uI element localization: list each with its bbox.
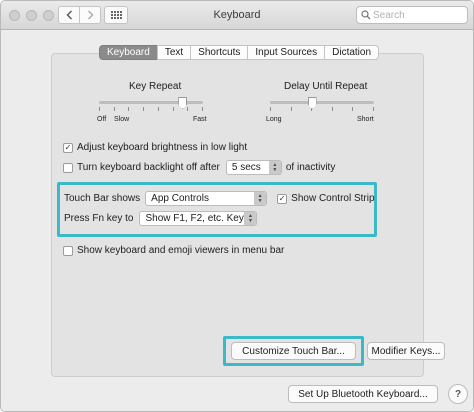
backlight-timeout-select[interactable]: 5 secs ▲ ▼ [225,160,282,175]
touch-bar-shows-value: App Controls [151,193,209,204]
show-viewers-option[interactable]: Show keyboard and emoji viewers in menu … [63,245,284,256]
tab-input-sources[interactable]: Input Sources [247,45,325,60]
search-icon [361,10,371,20]
slider-tick [270,107,271,111]
slider-tick [332,107,333,111]
keyboard-preferences-window: Keyboard Keyboard Text Shortcuts Input S… [0,0,474,412]
slider-tick [99,107,100,111]
help-button[interactable]: ? [448,384,468,404]
touch-bar-shows-label: Touch Bar shows [64,193,141,204]
select-arrows-icon: ▲ ▼ [254,192,267,205]
slider-tick [373,107,374,111]
title-bar: Keyboard [1,1,473,30]
slider-tick [202,107,203,111]
slider-tick [352,107,353,111]
slider-tick [187,107,188,111]
select-arrows-icon: ▲ ▼ [268,161,281,174]
adjust-brightness-option[interactable]: ✓ Adjust keyboard brightness in low ligh… [63,142,247,153]
adjust-brightness-checkbox[interactable]: ✓ [63,142,73,153]
delay-until-repeat-label: Delay Until Repeat [284,81,368,92]
select-arrows-icon: ▲ ▼ [244,212,257,225]
fn-key-select[interactable]: Show F1, F2, etc. Keys ▲ ▼ [139,211,258,226]
key-repeat-off-label: Off [97,116,107,123]
fn-key-value: Show F1, F2, etc. Keys [145,213,249,224]
key-repeat-slider[interactable] [99,101,203,104]
tab-dictation[interactable]: Dictation [324,45,380,60]
slider-tick [158,107,159,111]
delay-short-label: Short [357,116,374,123]
tab-text[interactable]: Text [156,45,191,60]
tab-keyboard[interactable]: Keyboard [99,45,157,60]
backlight-off-option: Turn keyboard backlight off after 5 secs… [63,160,335,175]
key-repeat-fast-label: Fast [193,116,207,123]
tab-shortcuts[interactable]: Shortcuts [190,45,248,60]
inactivity-label: of inactivity [285,162,336,173]
bluetooth-keyboard-button[interactable]: Set Up Bluetooth Keyboard... [288,385,438,403]
show-viewers-label: Show keyboard and emoji viewers in menu … [77,245,285,256]
touch-bar-shows-select[interactable]: App Controls ▲ ▼ [145,191,268,206]
slider-tick [173,107,174,111]
fn-key-row: Press Fn key to Show F1, F2, etc. Keys ▲… [64,211,258,226]
slider-tick [114,107,115,111]
tab-bar: Keyboard Text Shortcuts Input Sources Di… [99,45,380,60]
key-repeat-slow-label: Slow [114,116,130,123]
delay-long-label: Long [266,116,282,123]
backlight-off-label: Turn keyboard backlight off after [77,162,220,173]
slider-tick [128,107,129,111]
key-repeat-label: Key Repeat [129,81,182,92]
slider-tick [291,107,292,111]
show-control-strip-label: Show Control Strip [291,193,375,204]
fn-key-label: Press Fn key to [64,213,134,224]
backlight-off-checkbox[interactable] [63,162,73,173]
customize-touch-bar-button[interactable]: Customize Touch Bar... [231,342,356,360]
slider-tick [143,107,144,111]
search-field[interactable] [356,6,468,24]
show-viewers-checkbox[interactable] [63,245,73,256]
backlight-timeout-value: 5 secs [231,162,261,173]
show-control-strip-checkbox[interactable]: ✓ [277,193,288,204]
modifier-keys-button[interactable]: Modifier Keys... [367,342,445,360]
search-input[interactable] [373,8,463,22]
touch-bar-shows-row: Touch Bar shows App Controls ▲ ▼ ✓ Show C… [64,191,375,206]
delay-until-repeat-slider[interactable] [270,101,374,104]
adjust-brightness-label: Adjust keyboard brightness in low light [77,142,248,153]
